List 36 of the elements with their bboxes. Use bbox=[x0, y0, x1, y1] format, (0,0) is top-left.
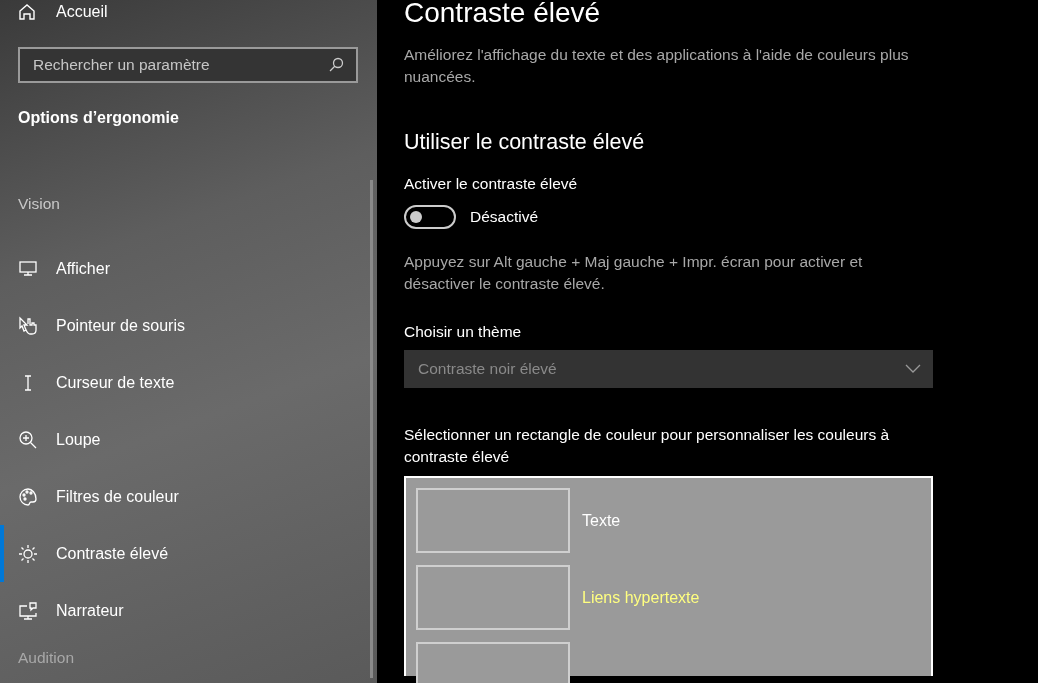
nav-item[interactable]: Contraste élevé bbox=[0, 525, 377, 582]
search-field[interactable]: Rechercher un paramètre bbox=[33, 56, 328, 74]
page-title: Contraste élevé bbox=[404, 0, 602, 30]
color-swatch[interactable] bbox=[416, 565, 570, 630]
home-link[interactable]: Accueil bbox=[18, 0, 377, 24]
monitor-icon bbox=[18, 258, 38, 279]
toggle-state: Désactivé bbox=[470, 208, 539, 226]
group-label: Vision bbox=[18, 195, 61, 213]
swatch-label: Texte bbox=[582, 511, 621, 530]
description: Améliorez l'affichage du texte et des applications à l'aide de couleurs plus nuancées. bbox=[404, 45, 910, 87]
toggle-label: Activer le contraste élevé bbox=[404, 175, 579, 193]
nav-item[interactable]: Curseur de texte bbox=[0, 354, 377, 411]
narrator-icon bbox=[18, 600, 38, 621]
shortcut-hint: Appuyez sur Alt gauche + Maj gauche + Impr. écran pour activer et désactiver le contraste élevé. bbox=[404, 252, 864, 294]
sun-icon bbox=[18, 543, 38, 564]
chevron-down-icon bbox=[905, 364, 921, 374]
search-box[interactable]: Rechercher un paramètre bbox=[18, 47, 358, 83]
nav-item[interactable]: Afficher bbox=[0, 240, 377, 297]
nav-item[interactable]: Narrateur bbox=[0, 582, 377, 639]
section-title: Options d’ergonomie bbox=[18, 109, 180, 127]
scrollbar[interactable] bbox=[370, 180, 373, 678]
swatch-instructions: Sélectionner un rectangle de couleur pour personnaliser les couleurs à contraste élevé bbox=[404, 425, 891, 467]
hand-pointer-icon bbox=[18, 315, 38, 336]
group-label: Audition bbox=[18, 649, 75, 667]
nav-item[interactable]: Loupe bbox=[0, 411, 377, 468]
nav-item[interactable]: Pointeur de souris bbox=[0, 297, 377, 354]
swatch-label: Liens hypertexte bbox=[582, 588, 700, 607]
toggle-switch[interactable] bbox=[404, 205, 456, 229]
nav-item[interactable]: Filtres de couleur bbox=[0, 468, 377, 525]
search-icon bbox=[328, 57, 344, 73]
color-swatch[interactable] bbox=[416, 488, 570, 553]
palette-icon bbox=[18, 486, 38, 507]
section-heading: Utiliser le contraste élevé bbox=[404, 130, 646, 155]
home-icon bbox=[18, 3, 36, 21]
magnifier-icon bbox=[18, 429, 38, 450]
theme-label: Choisir un thème bbox=[404, 323, 523, 341]
